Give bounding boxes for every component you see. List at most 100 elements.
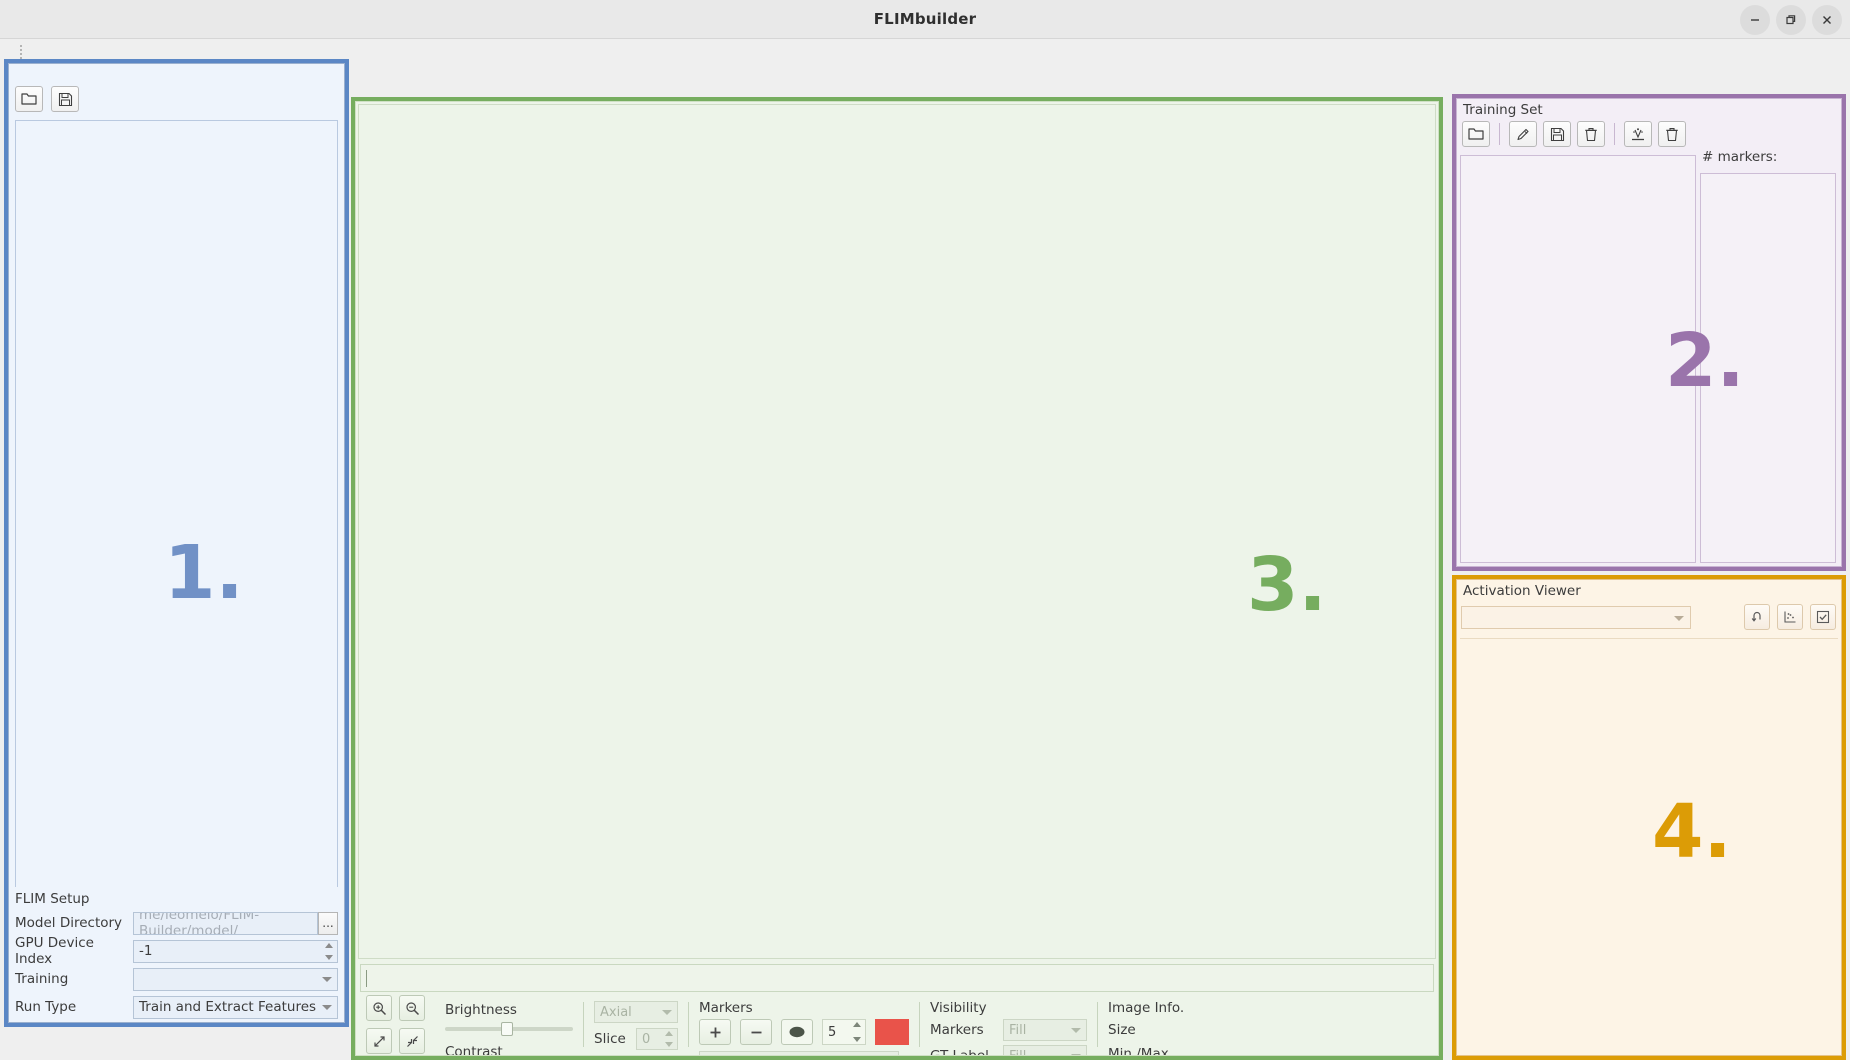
panel-3-marker: 3. <box>1247 542 1327 628</box>
training-set-panel-body: Training Set # markers: 2. <box>1456 98 1842 567</box>
window-title-bar: FLIMbuilder <box>0 0 1850 39</box>
visibility-markers-value: Fill <box>1009 1022 1027 1038</box>
activation-viewer-title: Activation Viewer <box>1463 583 1581 599</box>
gpu-device-index-value: -1 <box>139 943 153 959</box>
run-type-value: Train and Extract Features <box>139 999 317 1015</box>
image-info-group: Image Info. Size Min./Max. BPP <box>1098 996 1194 1056</box>
browse-model-directory-button[interactable]: ... <box>318 911 338 935</box>
markers-count-header: # markers: <box>1702 149 1778 165</box>
brightness-label: Brightness <box>445 1002 517 1018</box>
image-canvas[interactable]: 3. <box>358 104 1436 959</box>
gpu-device-index-label: GPU Device Index <box>15 935 94 967</box>
chevron-down-icon <box>662 1010 672 1015</box>
open-training-set-button[interactable] <box>1462 121 1490 147</box>
markers-title: Markers <box>699 1000 753 1016</box>
contrast-label: Contrast <box>445 1044 503 1056</box>
activation-viewer-buttons <box>1744 604 1836 630</box>
slice-stepper[interactable] <box>662 1031 675 1047</box>
scatter-plot-button[interactable] <box>1777 604 1803 630</box>
run-type-label: Run Type <box>15 999 77 1015</box>
image-size-label: Size <box>1108 1022 1136 1038</box>
save-training-set-button[interactable] <box>1543 121 1571 147</box>
chevron-down-icon <box>1071 1028 1081 1033</box>
toolbar-divider <box>1499 123 1500 145</box>
text-cursor <box>366 970 367 987</box>
delete-training-set-button[interactable] <box>1577 121 1605 147</box>
flim-setup-label: FLIM Setup <box>15 891 90 907</box>
gpu-device-index-stepper[interactable] <box>322 942 335 960</box>
visibility-markers-label: Markers <box>930 1022 984 1038</box>
zoom-out-button[interactable] <box>399 995 425 1021</box>
marker-selector[interactable]: Marker 1 <box>699 1051 899 1055</box>
chevron-down-icon <box>322 977 332 982</box>
marker-size-input[interactable]: 5 <box>822 1019 866 1045</box>
marker-color-swatch[interactable] <box>875 1019 909 1045</box>
image-status-bar[interactable] <box>360 964 1434 992</box>
chevron-down-icon <box>322 1005 332 1010</box>
panel-2-marker: 2. <box>1665 318 1745 404</box>
orientation-value: Axial <box>600 1004 632 1020</box>
expand-button[interactable] <box>366 1028 392 1054</box>
toolbar-divider <box>1614 123 1615 145</box>
flim-architecture-panel-body: FLIM Architecture 1. FLIM Setup M <box>8 63 345 1023</box>
activation-canvas[interactable] <box>1460 638 1838 1052</box>
open-architecture-button[interactable] <box>15 86 43 112</box>
reload-activation-button[interactable] <box>1744 604 1770 630</box>
slice-label: Slice <box>594 1031 626 1047</box>
flim-architecture-panel: FLIM Architecture 1. FLIM Setup M <box>4 59 349 1027</box>
save-architecture-button[interactable] <box>51 86 79 112</box>
architecture-canvas[interactable]: 1. <box>15 120 338 895</box>
application-body: FLIM Architecture 1. FLIM Setup M <box>0 39 1850 1060</box>
clear-markers-button[interactable] <box>1658 121 1686 147</box>
image-minmax-label: Min./Max. <box>1108 1046 1173 1056</box>
markers-group: Markers 5 <box>689 996 919 1055</box>
image-info-title: Image Info. <box>1108 1000 1185 1016</box>
visibility-markers-select[interactable]: Fill <box>1003 1019 1087 1041</box>
visibility-title: Visibility <box>930 1000 987 1016</box>
training-label: Training <box>15 971 69 987</box>
model-directory-label: Model Directory <box>15 915 123 931</box>
slice-band-group: Axial Slice 0 Band 0 <box>584 996 688 1053</box>
slice-value: 0 <box>642 1031 651 1047</box>
brightness-slider[interactable] <box>445 1022 573 1036</box>
model-directory-row: Model Directory me/leomelo/FLIM-Builder/… <box>15 910 338 936</box>
model-directory-input[interactable]: me/leomelo/FLIM-Builder/model/ <box>133 911 318 935</box>
activation-viewer-panel: Activation Viewer 4. <box>1452 575 1846 1060</box>
marker-size-stepper[interactable] <box>850 1022 863 1042</box>
flim-setup-section: FLIM Setup Model Directory me/leomelo/FL… <box>9 887 344 1022</box>
activation-viewer-panel-body: Activation Viewer <box>1456 579 1842 1056</box>
run-type-row: Run Type Train and Extract Features <box>15 994 338 1020</box>
band-input[interactable]: 0 <box>636 1055 678 1056</box>
select-all-activation-button[interactable] <box>1810 604 1836 630</box>
architecture-area: 1. <box>9 64 344 899</box>
training-select[interactable] <box>133 967 338 991</box>
splitter-handle[interactable] <box>20 43 30 59</box>
maximize-button[interactable] <box>1776 4 1806 35</box>
training-set-list[interactable] <box>1460 155 1696 563</box>
activation-layer-select[interactable] <box>1461 606 1691 629</box>
slice-input[interactable]: 0 <box>636 1028 678 1050</box>
minimize-button[interactable] <box>1740 4 1770 35</box>
run-button[interactable]: Run <box>156 1022 286 1023</box>
shrink-button[interactable] <box>399 1028 425 1054</box>
run-button-row: Run <box>15 1022 338 1023</box>
visibility-gt-label-select[interactable]: Fill <box>1003 1045 1087 1056</box>
close-button[interactable] <box>1812 4 1842 35</box>
gpu-device-index-input[interactable]: -1 <box>133 939 338 963</box>
add-marker-button[interactable] <box>699 1019 731 1045</box>
brightness-contrast-group: Brightness Contrast <box>435 996 583 1056</box>
run-type-select[interactable]: Train and Extract Features <box>133 995 338 1019</box>
marker-size-value: 5 <box>828 1024 837 1040</box>
sample-markers-button[interactable] <box>1624 121 1652 147</box>
panel-1-marker: 1. <box>164 530 244 616</box>
remove-marker-button[interactable] <box>740 1019 772 1045</box>
visibility-gt-label-value: Fill <box>1009 1048 1027 1056</box>
marker-shape-button[interactable] <box>781 1019 813 1045</box>
image-viewer-panel: 3. Brightness Contrast Axial Slice 0 Mar… <box>351 97 1443 1060</box>
zoom-in-button[interactable] <box>366 995 392 1021</box>
gpu-device-index-row: GPU Device Index -1 <box>15 935 338 967</box>
architecture-toolbar <box>15 86 79 112</box>
edit-training-set-button[interactable] <box>1509 121 1537 147</box>
orientation-select[interactable]: Axial <box>594 1001 678 1023</box>
chevron-down-icon <box>1674 615 1684 621</box>
